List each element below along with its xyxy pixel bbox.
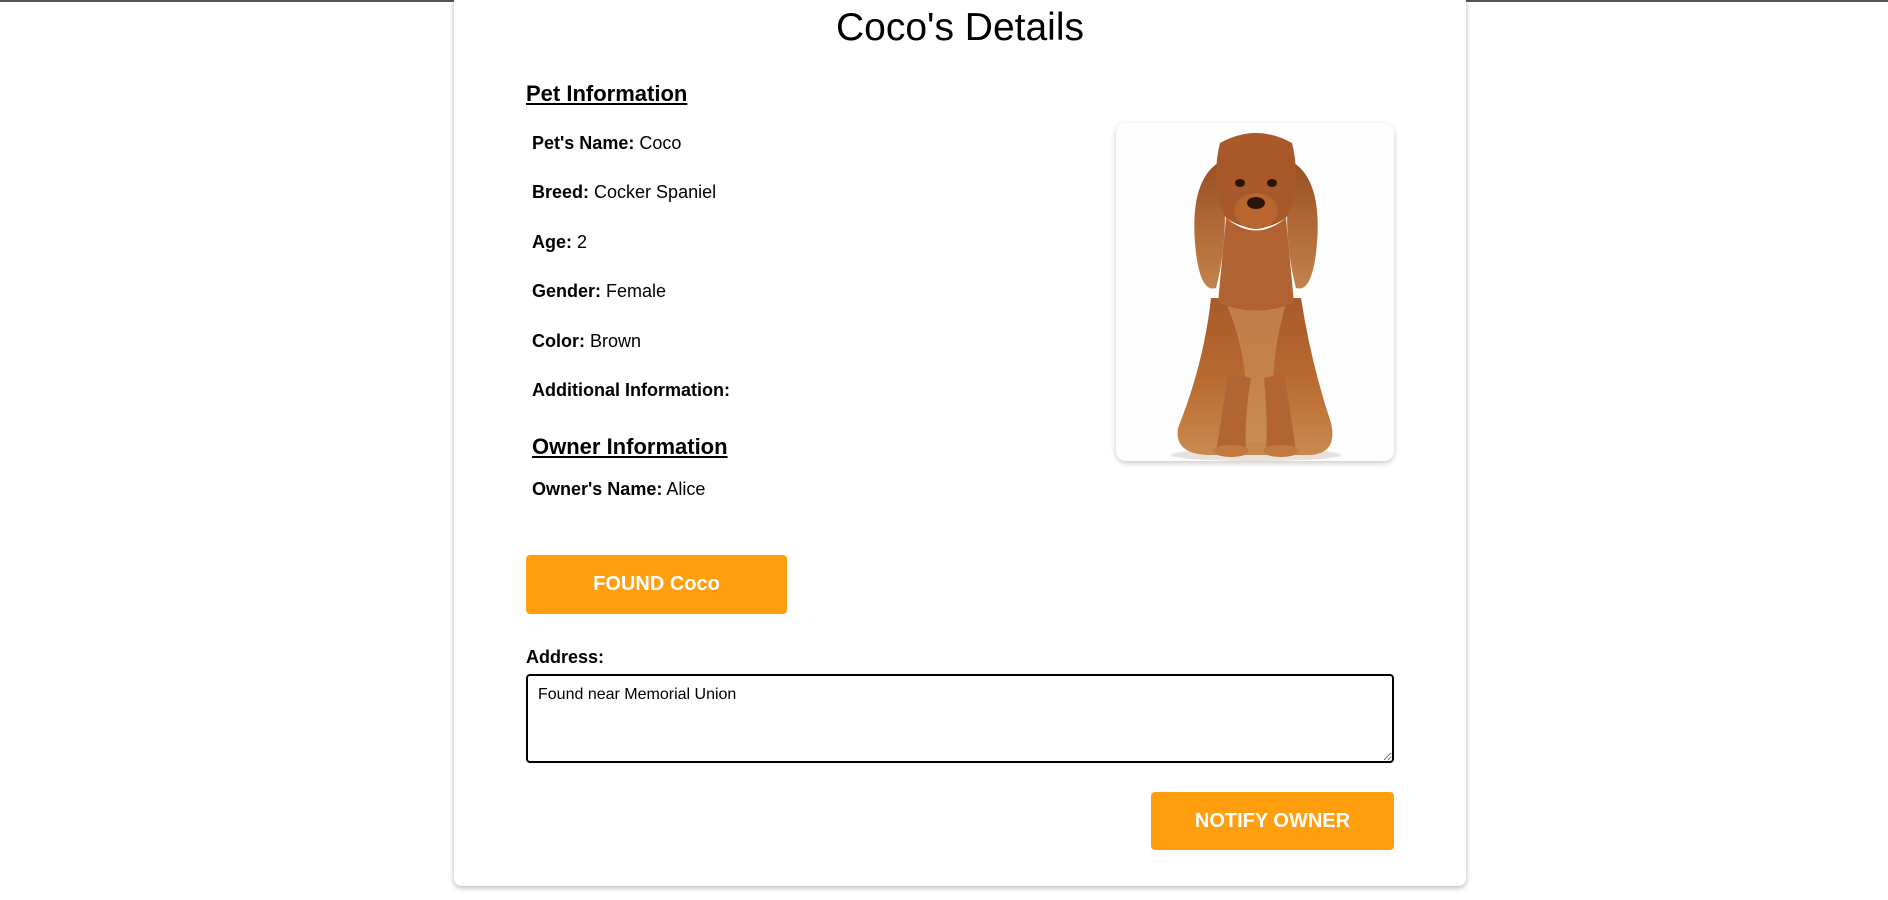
breed-field: Breed: Cocker Spaniel [532, 181, 716, 203]
pet-photo [1116, 123, 1394, 461]
owner-name-field: Owner's Name: Alice [532, 478, 705, 500]
address-input[interactable]: Found near Memorial Union [526, 674, 1394, 763]
field-label: Additional Information: [532, 380, 730, 400]
pet-information-heading: Pet Information [526, 81, 688, 106]
age-field: Age: 2 [532, 231, 587, 253]
field-value: Brown [590, 331, 642, 351]
field-label: Owner's Name: [532, 479, 663, 499]
field-value: Female [606, 281, 667, 301]
owner-information-heading: Owner Information [532, 434, 728, 459]
field-value: Coco [639, 133, 682, 153]
gender-field: Gender: Female [532, 280, 666, 302]
field-label: Color: [532, 331, 585, 351]
color-field: Color: Brown [532, 330, 641, 352]
address-label: Address: [526, 647, 605, 667]
additional-info-field: Additional Information: [532, 379, 730, 401]
field-value: 2 [577, 232, 588, 252]
field-label: Breed: [532, 182, 590, 202]
field-label: Gender: [532, 281, 602, 301]
field-label: Age: [532, 232, 572, 252]
found-pet-button[interactable]: FOUND Coco [526, 555, 787, 614]
field-value: Cocker Spaniel [594, 182, 717, 202]
notify-owner-button[interactable]: NOTIFY OWNER [1151, 792, 1394, 850]
details-card: Coco's Details Pet Information Pet's Nam… [454, 0, 1466, 886]
field-label: Pet's Name: [532, 133, 635, 153]
field-value: Alice [666, 479, 706, 499]
pet-name-field: Pet's Name: Coco [532, 132, 681, 154]
dog-illustration [1116, 123, 1394, 461]
page-title: Coco's Details [835, 6, 1085, 49]
